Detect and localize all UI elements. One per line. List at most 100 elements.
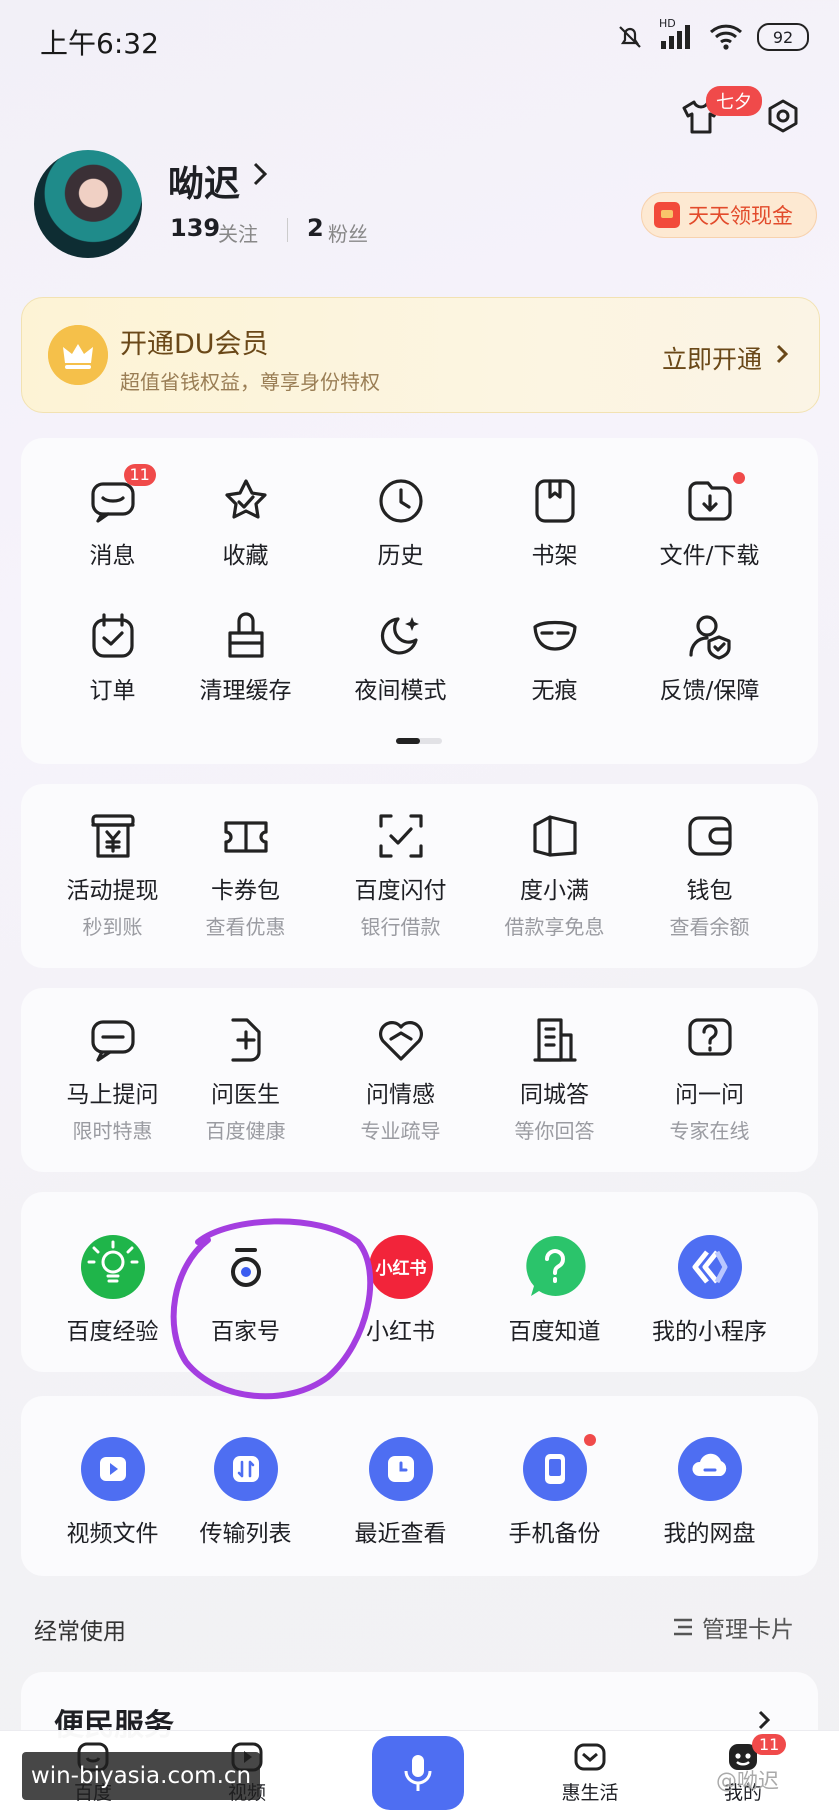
consult-sublabel: 等你回答 [514, 1119, 595, 1143]
finance-item[interactable]: 钱包 查看余额 [632, 811, 787, 940]
finance-label: 百度闪付 [354, 878, 447, 904]
cloud-icon [677, 1437, 742, 1501]
daily-cash-button[interactable]: 天天领现金 [641, 192, 817, 238]
moon-icon [380, 617, 419, 655]
annotation-circle [170, 1218, 374, 1400]
tool-label: 清理缓存 [199, 678, 292, 704]
tool-item[interactable]: 11 消息 [35, 464, 190, 570]
coupon-icon [223, 821, 268, 853]
netdisk-label: 最近查看 [354, 1521, 447, 1547]
finance-label: 度小满 [520, 878, 589, 904]
consult-sublabel: 限时特惠 [72, 1119, 153, 1143]
finance-sublabel: 银行借款 [360, 915, 441, 939]
netdisk-item[interactable]: 我的网盘 [632, 1436, 787, 1548]
tool-item[interactable]: 收藏 [168, 476, 323, 570]
avatar[interactable] [34, 150, 142, 258]
tool-item[interactable]: 无痕 [477, 611, 632, 705]
signal-icon: HD [659, 17, 695, 51]
manage-cards-button[interactable]: 管理卡片 [672, 1610, 794, 1644]
clean-icon [227, 612, 264, 658]
nav-life[interactable]: 惠生活 [545, 1738, 635, 1805]
transfer-icon [213, 1437, 278, 1501]
netdisk-item[interactable]: 视频文件 [35, 1436, 190, 1548]
finance-item[interactable]: 百度闪付 银行借款 [323, 811, 478, 940]
life-icon [574, 1743, 606, 1771]
finance-label: 钱包 [686, 878, 733, 904]
ask-icon [90, 1020, 135, 1062]
tool-item[interactable]: 历史 [323, 476, 478, 570]
wifi-icon [709, 24, 743, 50]
app-item[interactable]: 百度经验 [35, 1234, 190, 1346]
fans-count[interactable]: 2 [307, 214, 324, 242]
mine-badge: 11 [752, 1734, 787, 1755]
crown-icon [48, 325, 108, 385]
chevron-right-icon[interactable] [252, 161, 268, 187]
tool-label: 消息 [89, 543, 136, 569]
clock-icon [378, 479, 423, 523]
building-icon [532, 1018, 577, 1062]
mic-icon [404, 1755, 432, 1791]
finance-label: 活动提现 [66, 878, 159, 904]
netdisk-item[interactable]: 传输列表 [168, 1436, 323, 1548]
follow-label[interactable]: 关注 [218, 218, 258, 247]
heart-icon [378, 1021, 423, 1061]
tool-item[interactable]: 文件/下载 [632, 472, 787, 570]
red-envelope-icon [654, 202, 680, 228]
watermark: win-biyasia.com.cn [22, 1752, 260, 1800]
tool-label: 历史 [377, 543, 424, 569]
manage-cards-label: 管理卡片 [702, 1617, 794, 1643]
jingyan-icon [80, 1235, 145, 1299]
consult-item[interactable]: 问一问 专家在线 [632, 1015, 787, 1144]
consult-item[interactable]: 问情感 专业疏导 [323, 1015, 478, 1144]
netdisk-label: 视频文件 [66, 1521, 159, 1547]
daily-cash-label: 天天领现金 [688, 204, 793, 228]
finance-item[interactable]: 卡券包 查看优惠 [168, 811, 323, 940]
app-label: 我的小程序 [652, 1319, 767, 1345]
bookshelf-icon [534, 479, 575, 523]
app-item[interactable]: 我的小程序 [632, 1234, 787, 1346]
consult-label: 问医生 [211, 1082, 280, 1108]
author-watermark: @呦迟 [716, 1769, 779, 1793]
netdisk-item[interactable]: 最近查看 [323, 1436, 478, 1548]
consult-label: 问一问 [675, 1082, 744, 1108]
netdisk-label: 手机备份 [508, 1521, 601, 1547]
tool-label: 订单 [89, 678, 136, 704]
tool-item[interactable]: 反馈/保障 [632, 611, 787, 705]
frequent-use-title: 经常使用 [34, 1619, 126, 1645]
tool-label: 夜间模式 [354, 678, 447, 704]
withdraw-icon [90, 814, 135, 858]
video-file-icon [80, 1437, 145, 1501]
feedback-icon [688, 615, 731, 660]
finance-sublabel: 秒到账 [82, 915, 143, 939]
consult-item[interactable]: 问医生 百度健康 [168, 1015, 323, 1144]
vip-title: 开通DU会员 [120, 329, 269, 360]
consult-label: 同城答 [520, 1082, 589, 1108]
app-item[interactable]: 百度知道 [477, 1234, 632, 1346]
nav-life-label: 惠生活 [561, 1782, 619, 1804]
tool-label: 反馈/保障 [659, 678, 760, 704]
tool-item[interactable]: 订单 [35, 611, 190, 705]
follow-count[interactable]: 139 [170, 214, 220, 242]
chevron-right-icon[interactable] [758, 1710, 770, 1730]
vip-subtitle: 超值省钱权益，尊享身份特权 [120, 370, 380, 394]
battery-indicator: 92 [757, 23, 809, 51]
svg-text:小红书: 小红书 [375, 1258, 426, 1279]
voice-search-button[interactable] [372, 1736, 464, 1810]
username[interactable]: 呦迟 [168, 155, 240, 207]
tool-item[interactable]: 书架 [477, 476, 632, 570]
chevron-right-icon[interactable] [776, 344, 788, 364]
consult-label: 马上提问 [66, 1082, 159, 1108]
tool-item[interactable]: 夜间模式 [323, 611, 478, 705]
vip-open-button[interactable]: 立即开通 [662, 340, 762, 376]
netdisk-item[interactable]: 手机备份 [477, 1434, 632, 1548]
page-indicator [396, 738, 442, 744]
settings-gear-icon[interactable] [764, 98, 802, 136]
fans-label[interactable]: 粉丝 [328, 218, 368, 247]
consult-item[interactable]: 马上提问 限时特惠 [35, 1015, 190, 1144]
finance-sublabel: 查看余额 [669, 915, 750, 939]
tool-item[interactable]: 清理缓存 [168, 611, 323, 705]
finance-item[interactable]: 活动提现 秒到账 [35, 811, 190, 940]
consult-item[interactable]: 同城答 等你回答 [477, 1015, 632, 1144]
finance-label: 卡券包 [211, 878, 280, 904]
finance-item[interactable]: 度小满 借款享免息 [477, 811, 632, 940]
